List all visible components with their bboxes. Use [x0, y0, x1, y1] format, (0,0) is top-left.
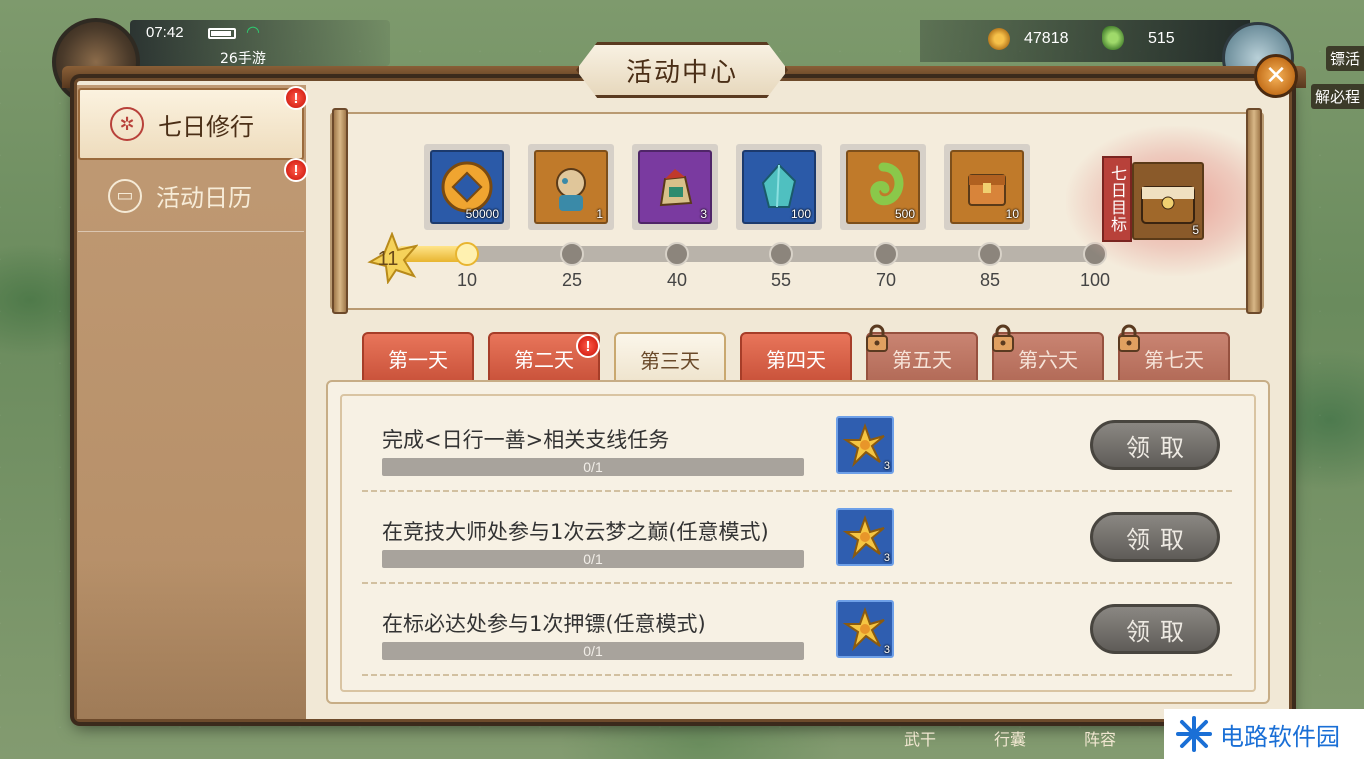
goal-chest-icon[interactable]: 5: [1132, 162, 1204, 240]
coin-icon: [988, 28, 1010, 50]
reward-qty: 3: [883, 552, 890, 564]
wifi-icon: ◠: [246, 22, 260, 41]
watermark: 电路软件园: [1164, 709, 1364, 759]
clock: 07:42: [146, 24, 184, 41]
bottom-nav-item[interactable]: 行囊: [994, 726, 1026, 750]
reward-qty: 3: [700, 207, 707, 221]
reward-qty: 5: [1192, 223, 1199, 237]
milestone-node: [665, 242, 689, 266]
task-progress-bar: 0/1: [382, 642, 804, 660]
milestone-label: 10: [456, 270, 478, 290]
reward-qty: 10: [1005, 207, 1019, 221]
milestone-node: [560, 242, 584, 266]
milestone-node: [455, 242, 479, 266]
reward-slot-5[interactable]: 500: [840, 144, 926, 230]
warrior-reward-icon: 1: [534, 150, 608, 224]
sidebar-item-calendar[interactable]: ▭ 活动日历: [78, 160, 304, 232]
lock-icon: [992, 324, 1014, 352]
lock-icon: [1118, 324, 1140, 352]
reward-slot-4[interactable]: 100: [736, 144, 822, 230]
crystal-reward-icon: 100: [742, 150, 816, 224]
side-tag-escort[interactable]: 镖活: [1325, 46, 1364, 71]
task-title: 完成<日行一善>相关支线任务: [382, 428, 670, 452]
reward-slot-1[interactable]: 50000: [424, 144, 510, 230]
milestone-label: 85: [979, 270, 1001, 290]
side-tag-unlock[interactable]: 解必程: [1310, 84, 1364, 109]
claim-button[interactable]: 领取: [1090, 420, 1220, 470]
bottom-nav-item[interactable]: 武干: [904, 726, 936, 750]
reward-qty: 100: [790, 207, 811, 221]
tab-day-4[interactable]: 第四天: [740, 332, 852, 384]
lock-icon: [866, 324, 888, 352]
seven-day-icon: ✲: [110, 107, 144, 141]
sidebar-item-label: 七日修行: [158, 112, 254, 141]
watermark-text: 电路软件园: [1220, 722, 1340, 751]
reward-slot-2[interactable]: 1: [528, 144, 614, 230]
tab-day-1[interactable]: 第一天: [362, 332, 474, 384]
sidebar-item-label: 活动日历: [156, 184, 252, 212]
milestone-label: 25: [561, 270, 583, 290]
tab-day-3[interactable]: 第三天: [614, 332, 726, 386]
shuriken-reward-icon[interactable]: 3: [836, 600, 894, 658]
score-star-icon: 11: [366, 232, 418, 284]
title-plate: 活动中心: [576, 42, 788, 98]
milestone-label: 70: [875, 270, 897, 290]
battery-icon: [208, 28, 236, 39]
milestone-label: 40: [666, 270, 688, 290]
reward-slot-6[interactable]: 10: [944, 144, 1030, 230]
jade-reward-icon: 500: [846, 150, 920, 224]
alert-icon: !: [284, 86, 308, 110]
milestone-node: [874, 242, 898, 266]
panel-title: 活动中心: [625, 57, 738, 88]
shuriken-reward-icon[interactable]: 3: [836, 416, 894, 474]
claim-button[interactable]: 领取: [1090, 512, 1220, 562]
alert-icon: !: [576, 334, 600, 358]
task-progress-bar: 0/1: [382, 550, 804, 568]
close-icon: ✕: [1265, 61, 1287, 91]
coin-reward-icon: 50000: [430, 150, 504, 224]
reward-qty: 1: [596, 207, 603, 221]
alert-icon: !: [284, 158, 308, 182]
score-value: 11: [377, 247, 399, 270]
jade-icon: [1102, 26, 1124, 50]
sidebar-item-seven-day[interactable]: ✲ 七日修行: [78, 88, 304, 160]
task-title: 在标必达处参与1次押镖(任意模式): [382, 612, 706, 636]
chest-reward-icon: 10: [950, 150, 1024, 224]
task-title: 在竞技大师处参与1次云梦之巅(任意模式): [382, 520, 769, 544]
close-button[interactable]: ✕: [1254, 54, 1298, 98]
reward-qty: 500: [894, 207, 915, 221]
bag-reward-icon: 3: [638, 150, 712, 224]
shuriken-reward-icon[interactable]: 3: [836, 508, 894, 566]
task-divider: [362, 674, 1234, 676]
task-divider: [362, 582, 1234, 584]
reward-qty: 3: [883, 460, 890, 472]
claim-button[interactable]: 领取: [1090, 604, 1220, 654]
coin-value: 47818: [1024, 30, 1069, 47]
milestone-node: [978, 242, 1002, 266]
reward-qty: 50000: [465, 207, 499, 221]
track-post-right: [1246, 108, 1262, 314]
currency-bar: [920, 20, 1250, 62]
watermark-logo-icon: [1176, 716, 1212, 752]
track-post-left: [332, 108, 348, 314]
calendar-icon: ▭: [108, 178, 142, 213]
milestone-label: 55: [770, 270, 792, 290]
reward-slot-3[interactable]: 3: [632, 144, 718, 230]
task-progress-bar: 0/1: [382, 458, 804, 476]
reward-qty: 3: [883, 644, 890, 656]
milestone-node: [769, 242, 793, 266]
goal-label: 七日目标: [1102, 156, 1132, 242]
server-name: 26手游: [220, 51, 266, 67]
bottom-nav-item[interactable]: 阵容: [1084, 726, 1116, 750]
task-divider: [362, 490, 1234, 492]
jade-value: 515: [1148, 30, 1175, 47]
